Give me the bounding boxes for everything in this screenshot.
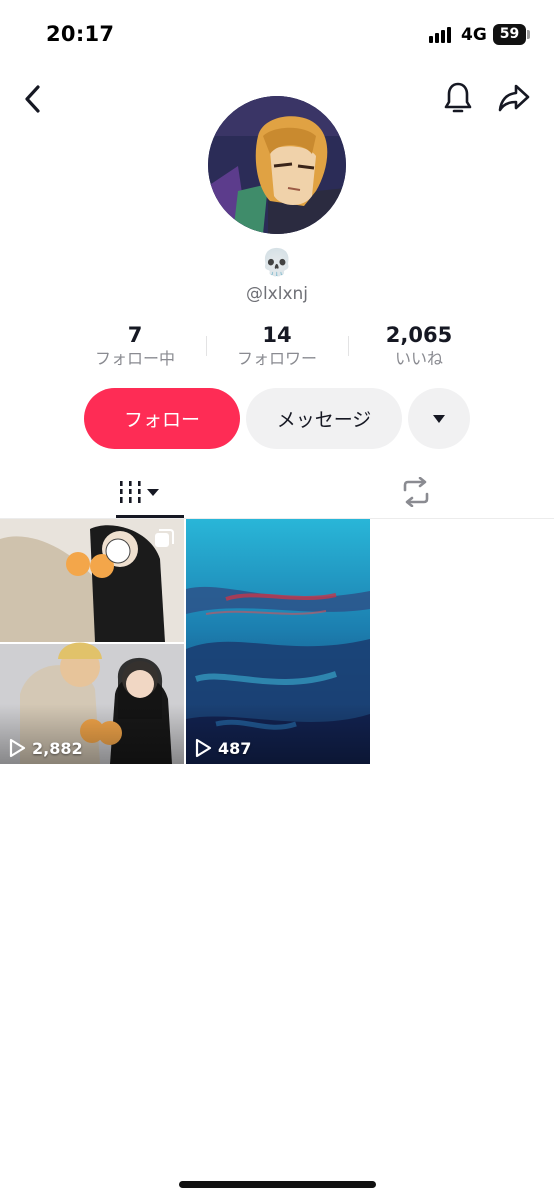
home-indicator[interactable] <box>179 1181 376 1188</box>
profile-avatar[interactable] <box>208 96 346 234</box>
content-tabs <box>0 466 554 519</box>
video-tile[interactable]: 2,882 <box>0 519 184 764</box>
play-count-value: 2,882 <box>32 738 83 758</box>
stat-likes[interactable]: 2,065 いいね <box>349 322 489 370</box>
message-button[interactable]: メッセージ <box>246 388 402 449</box>
bell-icon <box>444 82 472 113</box>
caret-down-icon <box>433 414 445 423</box>
stat-following-label: フォロー中 <box>94 349 175 368</box>
status-time: 20:17 <box>46 22 115 46</box>
back-button[interactable] <box>14 80 52 118</box>
play-icon <box>9 738 26 758</box>
tab-reposts[interactable] <box>277 466 554 518</box>
signal-strength-icon <box>429 27 455 43</box>
stat-likes-label: いいね <box>394 349 443 368</box>
notification-bell-button[interactable] <box>438 78 478 118</box>
battery-tip <box>527 30 530 39</box>
tab-videos[interactable] <box>0 466 277 518</box>
display-name: 💀 <box>260 248 294 278</box>
play-count: 487 <box>194 738 251 758</box>
more-options-button[interactable] <box>408 388 470 449</box>
stat-likes-value: 2,065 <box>385 323 453 347</box>
avatar-illustration <box>208 96 346 234</box>
username: @lxlxnj <box>245 284 309 304</box>
stat-followers[interactable]: 14 フォロワー <box>207 322 347 370</box>
stat-followers-value: 14 <box>262 323 292 347</box>
network-type: 4G <box>461 25 487 45</box>
stat-followers-label: フォロワー <box>236 349 317 368</box>
repost-icon <box>403 477 428 507</box>
play-count-value: 487 <box>218 738 252 758</box>
tab-active-indicator <box>116 515 184 518</box>
stat-following-value: 7 <box>127 323 143 347</box>
multi-post-icon <box>155 529 174 547</box>
chevron-left-icon <box>25 85 40 113</box>
follow-button[interactable]: フォロー <box>84 388 240 449</box>
video-tile[interactable]: 487 <box>186 519 370 764</box>
play-count: 2,882 <box>8 738 83 758</box>
share-arrow-icon <box>498 84 530 112</box>
battery-level: 59 <box>499 26 520 42</box>
profile-stats: 7 フォロー中 14 フォロワー 2,065 いいね <box>0 322 554 374</box>
status-bar: 20:17 4G 59 <box>0 0 554 70</box>
grid-bars-icon <box>119 481 159 503</box>
stat-following[interactable]: 7 フォロー中 <box>65 322 205 370</box>
play-icon <box>195 738 212 758</box>
share-button[interactable] <box>494 78 534 118</box>
